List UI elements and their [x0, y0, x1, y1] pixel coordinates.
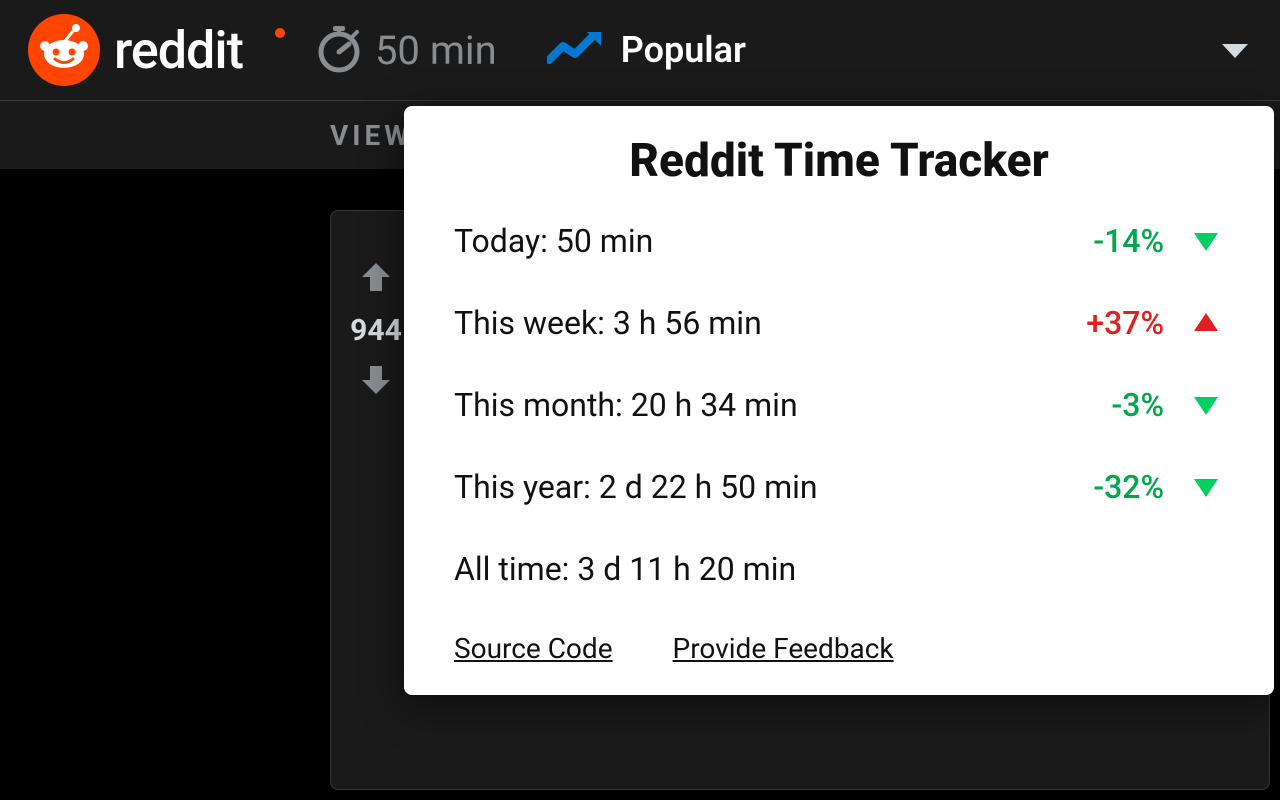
arrow-down-icon — [1188, 471, 1224, 503]
reddit-wordmark: reddit — [114, 20, 243, 81]
popup-links: Source Code Provide Feedback — [454, 632, 1224, 665]
reddit-snoo-icon — [28, 14, 100, 86]
stat-row-year: This year: 2 d 22 h 50 min -32% — [454, 468, 1224, 506]
trending-icon — [547, 28, 603, 72]
stopwatch-icon — [313, 22, 365, 78]
stat-pct: +37% — [1086, 304, 1164, 342]
source-code-link[interactable]: Source Code — [454, 632, 613, 665]
time-tracker-button[interactable]: 50 min — [313, 22, 497, 78]
arrow-down-icon — [1188, 389, 1224, 421]
popup-title: Reddit Time Tracker — [454, 134, 1224, 188]
stat-pct: -14% — [1093, 222, 1164, 260]
chevron-down-icon[interactable] — [1222, 44, 1248, 64]
time-tracker-popup: Reddit Time Tracker Today: 50 min -14% T… — [404, 106, 1274, 695]
stat-pct: -3% — [1111, 386, 1164, 424]
stat-label: This month: 20 h 34 min — [454, 386, 798, 424]
nav-dropdown-label: Popular — [621, 29, 746, 71]
stat-row-alltime: All time: 3 d 11 h 20 min — [454, 550, 1224, 588]
stat-label: This week: 3 h 56 min — [454, 304, 762, 342]
upvote-icon[interactable] — [358, 259, 394, 299]
stat-label: This year: 2 d 22 h 50 min — [454, 468, 818, 506]
reddit-logo[interactable]: reddit — [28, 14, 243, 86]
arrow-up-icon — [1188, 307, 1224, 339]
header: reddit 50 min Popular — [0, 0, 1280, 100]
stat-row-week: This week: 3 h 56 min +37% — [454, 304, 1224, 342]
downvote-icon[interactable] — [358, 362, 394, 402]
stat-label: All time: 3 d 11 h 20 min — [454, 550, 796, 588]
feedback-link[interactable]: Provide Feedback — [673, 632, 894, 665]
vote-score: 944 — [350, 313, 402, 348]
stat-label: Today: 50 min — [454, 222, 653, 260]
time-tracker-label: 50 min — [375, 27, 497, 74]
view-label: VIEW — [330, 119, 413, 152]
nav-dropdown[interactable]: Popular — [547, 28, 746, 72]
arrow-down-icon — [1188, 225, 1224, 257]
stat-row-today: Today: 50 min -14% — [454, 222, 1224, 260]
stat-row-month: This month: 20 h 34 min -3% — [454, 386, 1224, 424]
stat-pct: -32% — [1093, 468, 1164, 506]
